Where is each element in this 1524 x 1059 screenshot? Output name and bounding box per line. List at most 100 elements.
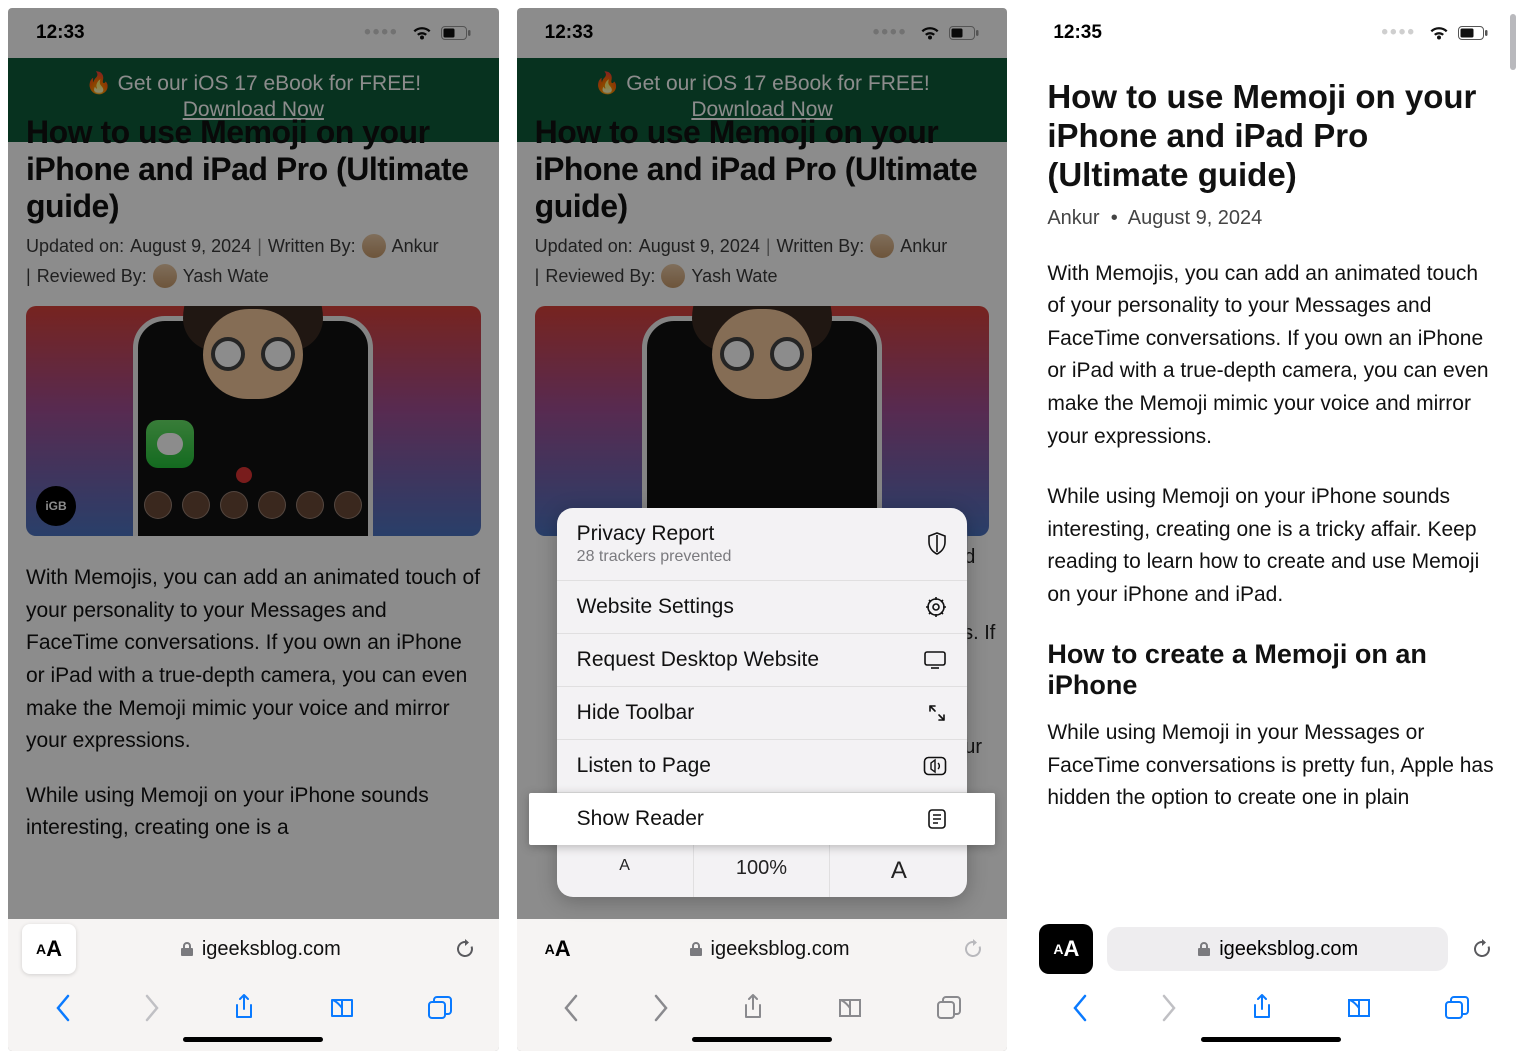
share-button: [741, 993, 765, 1023]
zoom-in-button[interactable]: A: [830, 845, 967, 897]
tabs-button[interactable]: [427, 995, 453, 1021]
home-indicator[interactable]: [1201, 1037, 1341, 1042]
show-reader-label: Show Reader: [577, 807, 704, 831]
reader-icon: [927, 808, 947, 830]
updated-label: Updated on:: [535, 236, 633, 257]
reader-paragraph-3: While using Memoji in your Messages or F…: [1047, 717, 1494, 815]
updated-date: August 9, 2024: [639, 236, 760, 257]
battery-icon: [441, 26, 471, 40]
scroll-indicator[interactable]: [1510, 14, 1516, 70]
reload-button[interactable]: [1462, 938, 1502, 960]
aa-menu-button[interactable]: AA: [1039, 924, 1093, 974]
tabs-button[interactable]: [1444, 995, 1470, 1021]
zoom-out-button[interactable]: A: [557, 845, 694, 897]
expand-icon: [927, 703, 947, 723]
dot-separator: •: [1111, 207, 1118, 229]
address-bar[interactable]: igeeksblog.com: [76, 938, 445, 961]
screenshot-1: 12:33 •••• 🔥 Get our iOS 17 eBook for FR…: [8, 8, 499, 1051]
status-time: 12:33: [36, 22, 85, 44]
reader-date: August 9, 2024: [1128, 207, 1263, 229]
reader-author: Ankur: [1047, 207, 1099, 229]
bookmarks-button: [836, 996, 864, 1020]
zoom-level[interactable]: 100%: [694, 845, 831, 897]
screenshot-3: 12:35 •••• How to use Memoji on your iPh…: [1025, 8, 1516, 1051]
gear-icon: [925, 596, 947, 618]
menu-request-desktop[interactable]: Request Desktop Website: [557, 634, 968, 687]
safari-toolbar: AA igeeksblog.com: [8, 919, 499, 1051]
reload-button[interactable]: [953, 938, 993, 960]
menu-show-reader[interactable]: Show Reader: [529, 793, 996, 845]
author-name[interactable]: Ankur: [392, 236, 439, 257]
reviewed-by-label: Reviewed By:: [37, 266, 147, 287]
safari-toolbar: AA igeeksblog.com: [517, 919, 1008, 1051]
forward-button: [143, 994, 161, 1022]
address-bar[interactable]: igeeksblog.com: [585, 938, 954, 961]
battery-icon: [1458, 26, 1488, 40]
reader-view: How to use Memoji on your iPhone and iPa…: [1025, 58, 1516, 1051]
author-avatar: [362, 234, 386, 258]
aa-menu-button[interactable]: AA: [22, 924, 76, 974]
wifi-icon: [919, 25, 941, 41]
reader-heading-2: How to create a Memoji on an iPhone: [1047, 639, 1494, 701]
tabs-button: [936, 995, 962, 1021]
article-meta-row-1: Updated on: August 9, 2024 | Written By:…: [26, 234, 481, 258]
cellular-dots: ••••: [1381, 22, 1416, 44]
article-meta-row-1: Updated on: August 9, 2024 | Written By:…: [535, 234, 990, 258]
updated-label: Updated on:: [26, 236, 124, 257]
bookmarks-button[interactable]: [1345, 996, 1373, 1020]
home-indicator[interactable]: [692, 1037, 832, 1042]
menu-website-settings[interactable]: Website Settings: [557, 581, 968, 634]
reader-title: How to use Memoji on your iPhone and iPa…: [1047, 78, 1494, 195]
wifi-icon: [1428, 25, 1450, 41]
lock-icon: [180, 941, 194, 957]
aa-menu-button[interactable]: AA: [531, 924, 585, 974]
author-avatar: [870, 234, 894, 258]
paragraph-1: With Memojis, you can add an animated to…: [26, 562, 481, 757]
shield-icon: [927, 532, 947, 556]
bookmarks-button[interactable]: [328, 996, 356, 1020]
status-bar: 12:33 ••••: [8, 8, 499, 58]
back-button: [562, 994, 580, 1022]
banner-text: 🔥 Get our iOS 17 eBook for FREE!: [594, 72, 929, 95]
author-name[interactable]: Ankur: [900, 236, 947, 257]
paragraph-2: While using Memoji on your iPhone sounds…: [26, 780, 481, 845]
reviewer-name[interactable]: Yash Wate: [183, 266, 269, 287]
url-text: igeeksblog.com: [711, 938, 850, 961]
url-text: igeeksblog.com: [1219, 938, 1358, 961]
status-bar: 12:35 ••••: [1025, 8, 1516, 58]
article-meta-row-2: | Reviewed By: Yash Wate: [26, 264, 481, 288]
article-body: How to use Memoji on your iPhone and iPa…: [8, 114, 499, 919]
lock-icon: [689, 941, 703, 957]
desktop-icon: [923, 650, 947, 670]
article-title: How to use Memoji on your iPhone and iPa…: [535, 114, 990, 224]
address-bar[interactable]: igeeksblog.com: [1107, 927, 1448, 971]
back-button[interactable]: [54, 994, 72, 1022]
reviewed-by-label: Reviewed By:: [545, 266, 655, 287]
aa-popup-menu: Privacy Report 28 trackers prevented Web…: [557, 508, 968, 897]
menu-hide-toolbar[interactable]: Hide Toolbar: [557, 687, 968, 740]
menu-listen-to-page[interactable]: Listen to Page: [557, 740, 968, 793]
status-time: 12:33: [545, 22, 594, 44]
share-button[interactable]: [1250, 993, 1274, 1023]
reader-paragraph-1: With Memojis, you can add an animated to…: [1047, 258, 1494, 453]
back-button[interactable]: [1071, 994, 1089, 1022]
menu-privacy-report[interactable]: Privacy Report 28 trackers prevented: [557, 508, 968, 581]
hide-toolbar-label: Hide Toolbar: [577, 701, 695, 725]
request-desktop-label: Request Desktop Website: [577, 648, 819, 672]
reload-button[interactable]: [445, 938, 485, 960]
status-bar: 12:33 ••••: [517, 8, 1008, 58]
reviewer-avatar: [661, 264, 685, 288]
written-by-label: Written By:: [777, 236, 865, 257]
igb-watermark: iGB: [36, 486, 76, 526]
hero-image: [535, 306, 990, 536]
article-title: How to use Memoji on your iPhone and iPa…: [26, 114, 481, 224]
reader-paragraph-2: While using Memoji on your iPhone sounds…: [1047, 481, 1494, 611]
banner-text: 🔥 Get our iOS 17 eBook for FREE!: [86, 72, 421, 95]
cellular-dots: ••••: [873, 22, 908, 44]
status-time: 12:35: [1053, 22, 1102, 44]
home-indicator[interactable]: [183, 1037, 323, 1042]
reviewer-name[interactable]: Yash Wate: [691, 266, 777, 287]
speaker-icon: [923, 756, 947, 776]
messages-icon: [146, 420, 194, 468]
share-button[interactable]: [232, 993, 256, 1023]
